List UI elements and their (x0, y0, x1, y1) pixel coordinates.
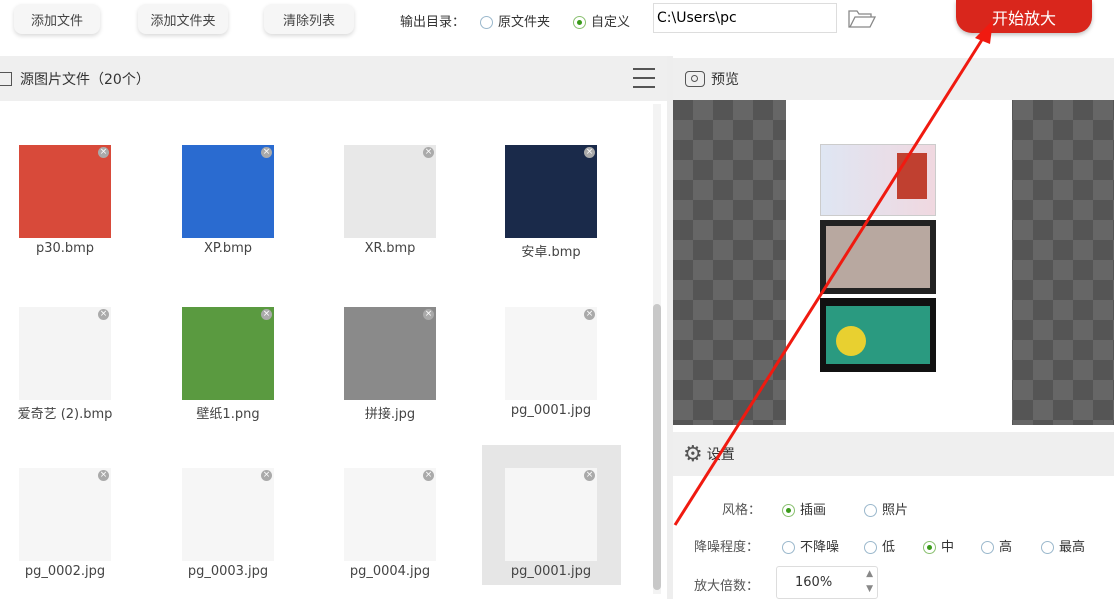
noise-option-low[interactable]: 低 (864, 536, 895, 555)
scale-label: 放大倍数： (694, 579, 760, 594)
output-path-input[interactable] (653, 3, 837, 33)
file-name: pg_0003.jpg (187, 564, 269, 579)
settings-title: 设置 (706, 447, 735, 463)
file-name: 壁纸1.png (196, 407, 260, 422)
preview-canvas (673, 100, 1114, 425)
radio-custom[interactable]: 自定义 (573, 11, 630, 30)
radio-label: 插画 (800, 503, 827, 518)
file-name: p30.bmp (35, 241, 95, 256)
remove-icon[interactable]: × (584, 309, 595, 320)
file-thumbnail[interactable]: × (344, 145, 436, 238)
noise-option-high[interactable]: 高 (981, 536, 1012, 555)
image-icon (0, 71, 12, 86)
remove-icon[interactable]: × (98, 147, 109, 158)
radio-source-folder[interactable]: 原文件夹 (480, 11, 550, 30)
remove-icon[interactable]: × (584, 147, 595, 158)
gear-icon: ⚙ (683, 441, 703, 467)
decrement-icon[interactable]: ▼ (866, 584, 873, 594)
radio-label: 高 (999, 540, 1013, 555)
list-view-icon[interactable] (633, 68, 655, 88)
file-name: pg_0001.jpg (510, 564, 592, 579)
remove-icon[interactable]: × (261, 309, 272, 320)
file-name: 安卓.bmp (521, 245, 581, 260)
scale-stepper[interactable]: 160% ▲ ▼ (776, 566, 878, 599)
file-thumbnail[interactable]: × (182, 468, 274, 561)
radio-label: 原文件夹 (498, 15, 551, 30)
file-panel-header: 源图片文件（20个） (0, 56, 667, 101)
clear-list-button[interactable]: 清除列表 (264, 4, 354, 34)
file-thumbnail[interactable]: × (505, 468, 597, 561)
noise-label: 降噪程度： (694, 540, 760, 555)
remove-icon[interactable]: × (584, 470, 595, 481)
add-file-button[interactable]: 添加文件 (14, 4, 100, 34)
file-thumbnail[interactable]: × (182, 307, 274, 400)
noise-option-none[interactable]: 不降噪 (782, 536, 839, 555)
file-thumbnail[interactable]: × (505, 145, 597, 238)
file-name: pg_0001.jpg (510, 403, 592, 418)
file-thumbnail[interactable]: × (19, 468, 111, 561)
remove-icon[interactable]: × (423, 309, 434, 320)
file-thumbnail[interactable]: × (344, 307, 436, 400)
remove-icon[interactable]: × (98, 470, 109, 481)
radio-label: 照片 (882, 503, 909, 518)
file-thumbnail[interactable]: × (19, 307, 111, 400)
preview-header: 预览 (673, 58, 1114, 100)
file-thumbnail[interactable]: × (19, 145, 111, 238)
preview-image (786, 100, 1012, 425)
settings-header: ⚙ 设置 (673, 432, 1114, 476)
eye-icon (685, 71, 705, 87)
radio-label: 低 (882, 540, 896, 555)
remove-icon[interactable]: × (423, 147, 434, 158)
file-name: 拼接.jpg (364, 407, 416, 422)
file-name: XR.bmp (364, 241, 416, 256)
noise-option-medium[interactable]: 中 (923, 536, 954, 555)
preview-title: 预览 (711, 72, 739, 88)
file-name: 爱奇艺 (2).bmp (17, 407, 113, 422)
noise-option-highest[interactable]: 最高 (1041, 536, 1085, 555)
style-option-photo[interactable]: 照片 (864, 499, 908, 518)
radio-label: 不降噪 (800, 540, 840, 555)
scrollbar[interactable] (653, 104, 661, 594)
remove-icon[interactable]: × (261, 147, 272, 158)
remove-icon[interactable]: × (423, 470, 434, 481)
file-name: XP.bmp (203, 241, 253, 256)
add-folder-button[interactable]: 添加文件夹 (138, 4, 228, 34)
radio-label: 自定义 (591, 15, 631, 30)
file-thumbnail[interactable]: × (182, 145, 274, 238)
scale-value: 160% (795, 575, 833, 590)
remove-icon[interactable]: × (261, 470, 272, 481)
file-name: pg_0004.jpg (349, 564, 431, 579)
remove-icon[interactable]: × (98, 309, 109, 320)
radio-label: 中 (941, 540, 955, 555)
style-option-illustration[interactable]: 插画 (782, 499, 826, 518)
scrollbar-thumb[interactable] (653, 304, 661, 590)
increment-icon[interactable]: ▲ (866, 569, 873, 579)
style-label: 风格： (722, 503, 762, 518)
file-panel-title: 源图片文件（20个） (20, 71, 150, 88)
file-thumbnail[interactable]: × (344, 468, 436, 561)
file-name: pg_0002.jpg (24, 564, 106, 579)
radio-label: 最高 (1059, 540, 1086, 555)
output-label: 输出目录： (400, 15, 466, 30)
folder-open-icon[interactable] (848, 8, 877, 28)
file-thumbnail[interactable]: × (505, 307, 597, 400)
start-upscale-button[interactable]: 开始放大 (956, 0, 1092, 33)
